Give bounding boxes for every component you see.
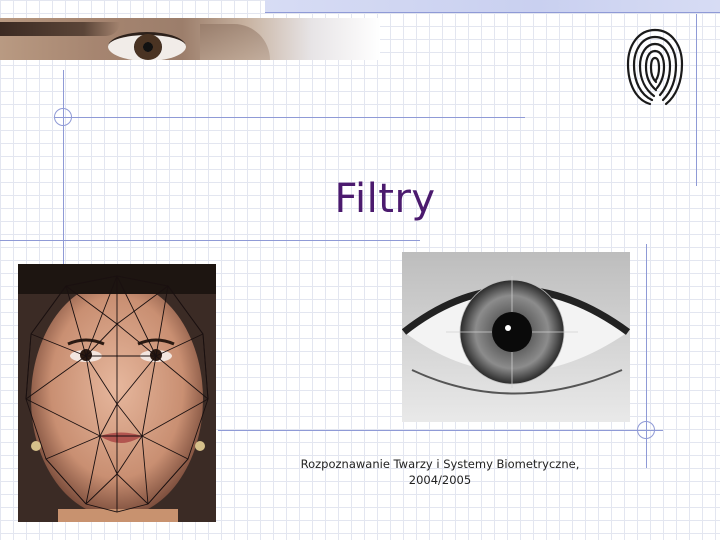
guide-ring-bottom-right xyxy=(637,421,655,439)
header-band-rule xyxy=(265,12,720,13)
guide-horizontal-mid xyxy=(0,240,420,241)
guide-vertical-right-top xyxy=(696,14,697,186)
guide-horizontal-top xyxy=(55,117,525,118)
eyelid-shape xyxy=(200,24,270,60)
guide-ring-top-left xyxy=(54,108,72,126)
guide-vertical-left xyxy=(63,70,64,265)
face-mesh-image xyxy=(18,264,216,522)
eye-banner-image xyxy=(0,18,380,60)
face-mesh-graphic xyxy=(18,264,216,522)
footer-course-name: Rozpoznawanie Twarzy i Systemy Biometryc… xyxy=(300,457,580,471)
slide-title: Filtry xyxy=(334,176,436,222)
fingerprint-icon xyxy=(626,28,684,106)
guide-horizontal-bottom xyxy=(218,430,663,431)
eyebrow-shape xyxy=(0,22,120,36)
slide-footer: Rozpoznawanie Twarzy i Systemy Biometryc… xyxy=(280,456,600,488)
iris-image xyxy=(402,252,630,422)
iris-graphic xyxy=(402,252,630,422)
slide: Filtry Rozpoznawanie Twarzy i Systemy Bi… xyxy=(0,0,720,540)
footer-academic-year: 2004/2005 xyxy=(408,473,472,487)
eye-iris-shape xyxy=(134,34,162,60)
